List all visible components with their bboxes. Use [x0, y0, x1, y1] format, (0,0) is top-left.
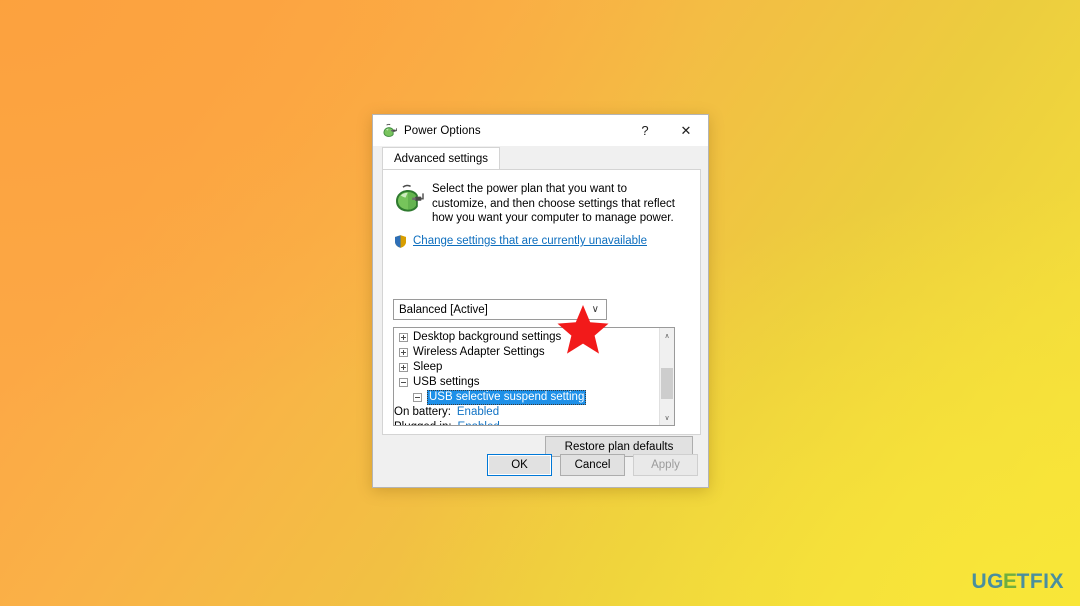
cancel-button[interactable]: Cancel [560, 454, 625, 476]
intro-block: Select the power plan that you want to c… [383, 170, 700, 226]
ok-button[interactable]: OK [487, 454, 552, 476]
change-unavailable-settings-link[interactable]: Change settings that are currently unava… [413, 235, 647, 247]
tree-item-plugged-in[interactable]: Plugged in: Enabled [394, 420, 674, 425]
scroll-up-arrow-icon[interactable]: ∧ [660, 328, 674, 343]
tree-item-label: Plugged in: [394, 420, 454, 425]
tree-item-sleep[interactable]: Sleep [394, 360, 674, 375]
on-battery-value[interactable]: Enabled [457, 405, 499, 420]
tree-item-usb-settings[interactable]: USB settings [394, 375, 674, 390]
close-button[interactable]: ✕ [664, 115, 708, 146]
tree-item-label: USB settings [413, 376, 480, 388]
expand-plus-icon[interactable] [399, 348, 408, 357]
apply-button: Apply [633, 454, 698, 476]
intro-text: Select the power plan that you want to c… [432, 183, 675, 224]
power-plan-icon [392, 183, 424, 215]
dialog-titlebar: Power Options ? ✕ [373, 115, 708, 146]
admin-link-row: Change settings that are currently unava… [383, 226, 700, 249]
dialog-footer: OK Cancel Apply [373, 443, 708, 487]
tab-advanced-settings[interactable]: Advanced settings [382, 147, 500, 169]
tree-item-desktop-background-settings[interactable]: Desktop background settings [394, 330, 674, 345]
advanced-settings-panel: Select the power plan that you want to c… [382, 169, 701, 457]
collapse-minus-icon[interactable] [399, 378, 408, 387]
power-plug-battery-icon [381, 123, 398, 139]
scroll-down-arrow-icon[interactable]: ∨ [660, 410, 674, 425]
tree-root: Desktop background settings Wireless Ada… [394, 328, 674, 425]
watermark-part-3: TFIX [1016, 570, 1064, 593]
advanced-settings-treeview[interactable]: Desktop background settings Wireless Ada… [393, 327, 675, 426]
tree-item-label: Desktop background settings [413, 331, 562, 343]
tree-item-usb-selective-suspend-setting[interactable]: USB selective suspend setting [394, 390, 674, 405]
expand-plus-icon[interactable] [399, 363, 408, 372]
uac-shield-icon [393, 234, 408, 249]
help-button[interactable]: ? [626, 115, 664, 146]
dialog-title: Power Options [404, 124, 481, 137]
power-options-dialog: Power Options ? ✕ Advanced settings Sele… [372, 114, 709, 488]
tree-item-on-battery[interactable]: On battery: Enabled [394, 405, 674, 420]
tree-item-wireless-adapter-settings[interactable]: Wireless Adapter Settings [394, 345, 674, 360]
titlebar-button-group: ? ✕ [626, 115, 708, 146]
tree-item-label: Wireless Adapter Settings [413, 346, 545, 358]
tab-strip: Advanced settings [373, 146, 708, 169]
tab-label: Advanced settings [394, 152, 488, 165]
tree-item-label: USB selective suspend setting [427, 390, 587, 405]
red-star-annotation-icon [556, 304, 610, 356]
tree-vertical-scrollbar[interactable]: ∧ ∨ [659, 328, 674, 425]
power-plan-value: Balanced [Active] [399, 303, 488, 316]
watermark-part-2: E [1002, 570, 1018, 593]
tree-item-label: On battery: [394, 406, 451, 418]
collapse-minus-icon[interactable] [413, 393, 422, 402]
expand-plus-icon[interactable] [399, 333, 408, 342]
ugetfix-watermark: UG E TFIX [971, 570, 1064, 594]
tree-item-label: Sleep [413, 361, 443, 373]
watermark-part-1: UG [971, 570, 1004, 593]
scrollbar-thumb[interactable] [661, 368, 673, 399]
plugged-in-value[interactable]: Enabled [458, 420, 500, 425]
